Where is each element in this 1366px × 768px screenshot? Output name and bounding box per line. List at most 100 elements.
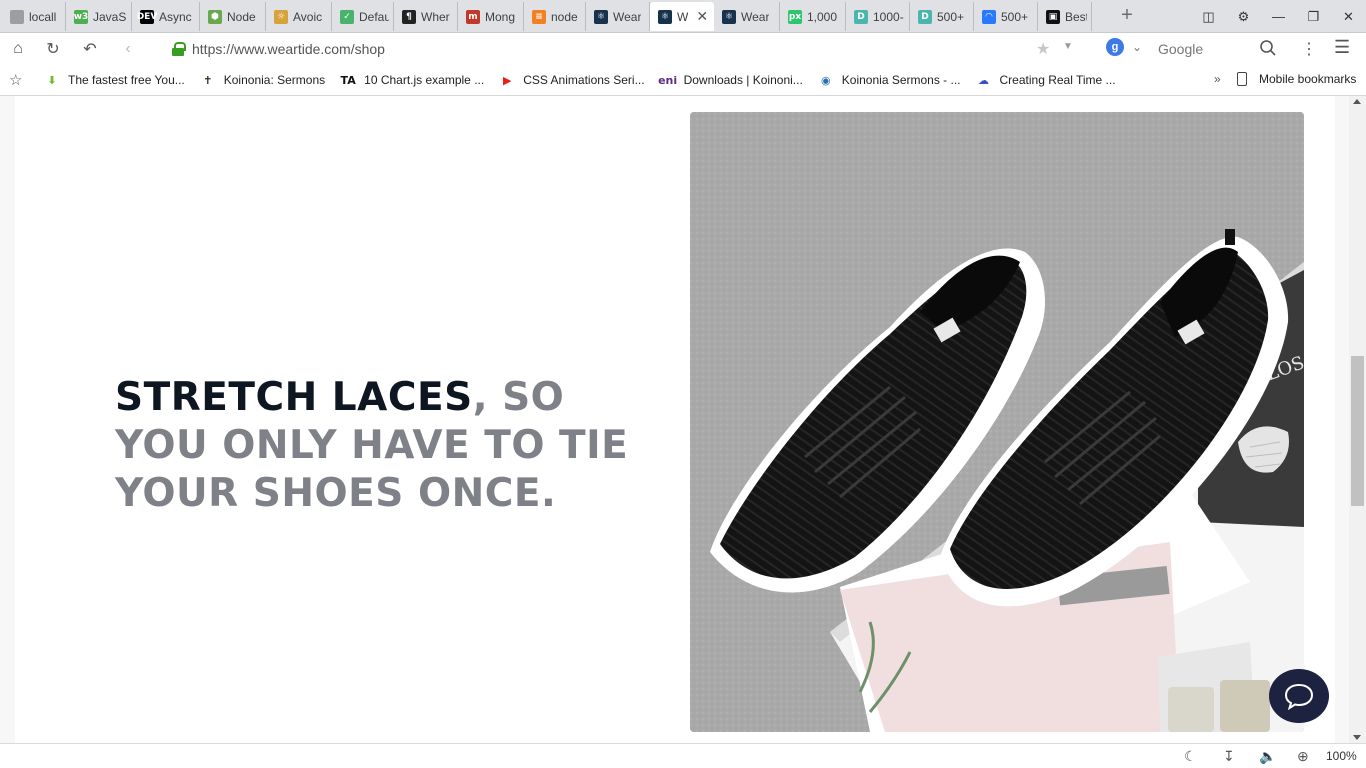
bookmark-label: 10 Chart.js example ... [364,73,485,87]
phone-icon [1237,72,1247,86]
address-bar[interactable]: https://www.weartide.com/shop [166,36,1086,62]
cross-icon: ✝ [203,73,213,87]
search-icon[interactable] [1259,39,1277,57]
headline-highlight: STRETCH LACES [115,375,473,420]
tab-title: 1000- [873,9,904,24]
mobile-bookmarks-button[interactable]: Mobile bookmarks [1237,72,1356,86]
bookmark-item[interactable]: eni Downloads | Koinoni... [658,73,803,87]
bookmarks-overflow-button[interactable]: » [1214,72,1221,86]
more-options-icon[interactable]: ⋮ [1301,39,1317,59]
vertical-scrollbar[interactable] [1349,96,1366,743]
tab-title: node [551,9,578,24]
reload-icon[interactable]: ↻ [41,38,65,60]
tab-5[interactable]: ✓ Defau [332,2,394,31]
tab-title: Wher [421,9,450,24]
bookmark-item[interactable]: ✝ Koinonia: Sermons [200,73,325,87]
bookmark-item[interactable]: ◉ Koinonia Sermons - ... [818,73,961,87]
d-icon: D [854,9,868,24]
bookmark-item[interactable]: ☁ Creating Real Time ... [976,73,1116,87]
tab-list: locall w3 JavaS DEV Async ⬢ Node ☼ Avoic ✓ Defau ¶ W… [2,2,1092,31]
bookmark-label: The fastest free You... [68,73,185,87]
scroll-down-arrow[interactable] [1353,735,1361,740]
tab-title: 1,000 [807,9,838,24]
zoom-level[interactable]: 100% [1326,749,1357,763]
scroll-up-arrow[interactable] [1353,99,1361,104]
bookmark-item[interactable]: ▶ CSS Animations Seri... [499,73,645,87]
tab-14[interactable]: D 500+ [910,2,974,31]
tab-title: Async [159,9,192,24]
chat-button[interactable] [1269,669,1329,723]
bookmark-item[interactable]: ⬇ The fastest free You... [44,73,185,87]
back-icon[interactable]: ‹ [116,38,140,60]
shield-icon: ✓ [340,9,354,24]
bookmark-list: ⬇ The fastest free You... ✝ Koinonia: Sermo… [44,65,1131,95]
tab-2[interactable]: DEV Async [132,2,200,31]
tab-12[interactable]: px 1,000 [780,2,846,31]
tab-title: Defau [359,9,389,24]
tab-11[interactable]: ⚛ Wear [714,2,780,31]
download-icon[interactable]: ↧ [1223,748,1235,765]
tab-8[interactable]: ≡ node [524,2,586,31]
tab-strip: locall w3 JavaS DEV Async ⬢ Node ☼ Avoic ✓ Defau ¶ W… [0,0,1366,33]
tab-10[interactable]: ⚛ W ✕ [650,2,714,31]
tab-3[interactable]: ⬢ Node [200,2,266,31]
d-icon: D [918,9,932,24]
tab-9[interactable]: ⚛ Wear [586,2,650,31]
tab-1[interactable]: w3 JavaS [66,2,132,31]
lock-icon [172,42,186,56]
search-engine-icon[interactable]: g [1106,38,1124,56]
bookmark-star-icon[interactable]: ★ [1036,39,1050,59]
volume-icon[interactable]: 🔈 [1259,748,1276,765]
feature-headline: STRETCH LACES, SO YOU ONLY HAVE TO TIE Y… [115,374,635,518]
sneakers-illustration: FLOS [690,112,1304,732]
tab-title: Avoic [293,9,323,24]
ta-icon: TA [340,73,356,87]
cloud-icon: ☁ [978,73,990,87]
chevron-down-icon[interactable]: ⌄ [1132,40,1142,54]
menu-icon[interactable]: ☰ [1334,37,1350,58]
w3schools-icon: w3 [73,9,89,24]
zoom-icon[interactable]: ⊕ [1297,748,1309,765]
bookmark-label: Creating Real Time ... [999,73,1116,87]
tab-15[interactable]: ◠ 500+ [974,2,1038,31]
tab-title: W [677,9,689,24]
tab-title: locall [29,9,57,24]
tab-0[interactable]: locall [2,2,66,31]
mobile-bookmarks-label: Mobile bookmarks [1259,72,1357,86]
tab-title: Wear [741,9,770,24]
bookmark-label: Koinonia Sermons - ... [841,73,961,87]
globe-icon: ◉ [820,73,831,87]
bookmark-item[interactable]: TA 10 Chart.js example ... [340,73,485,87]
tab-16[interactable]: ▣ Best [1038,2,1092,31]
tab-title: JavaS [93,9,127,24]
tab-title: Mong [485,9,516,24]
scroll-thumb[interactable] [1351,356,1364,506]
tab-4[interactable]: ☼ Avoic [266,2,332,31]
stackoverflow-icon: ≡ [532,9,546,24]
chat-bubble-icon [1284,683,1314,710]
close-window-button[interactable]: ✕ [1331,0,1366,33]
maximize-button[interactable]: ❐ [1296,0,1331,33]
medium-icon: m [466,9,480,24]
minimize-button[interactable]: — [1261,0,1296,33]
loading-icon: ◠ [982,9,996,24]
tab-7[interactable]: m Mong [458,2,524,31]
undo-icon[interactable]: ↶ [78,38,102,60]
home-icon[interactable]: ⌂ [6,38,30,60]
tab-6[interactable]: ¶ Wher [394,2,458,31]
night-mode-icon[interactable]: ☾ [1184,748,1197,765]
url-text[interactable]: https://www.weartide.com/shop [192,41,385,57]
search-input[interactable]: Google [1158,41,1203,57]
tab-title: Best [1065,9,1087,24]
star-outline-icon[interactable]: ☆ [9,71,22,89]
page-icon [10,9,24,24]
new-tab-button[interactable]: + [1116,5,1138,27]
tab-13[interactable]: D 1000- [846,2,910,31]
close-tab-icon[interactable]: ✕ [696,8,708,25]
tab-layout-icon[interactable]: ◫ [1191,0,1226,33]
bookmark-label: CSS Animations Seri... [523,73,645,87]
dev-icon: DEV [136,9,158,24]
extensions-icon[interactable]: ⚙ [1226,0,1261,33]
chevron-down-icon[interactable]: ▼ [1063,41,1073,52]
unsplash-icon: ▣ [1046,9,1060,24]
